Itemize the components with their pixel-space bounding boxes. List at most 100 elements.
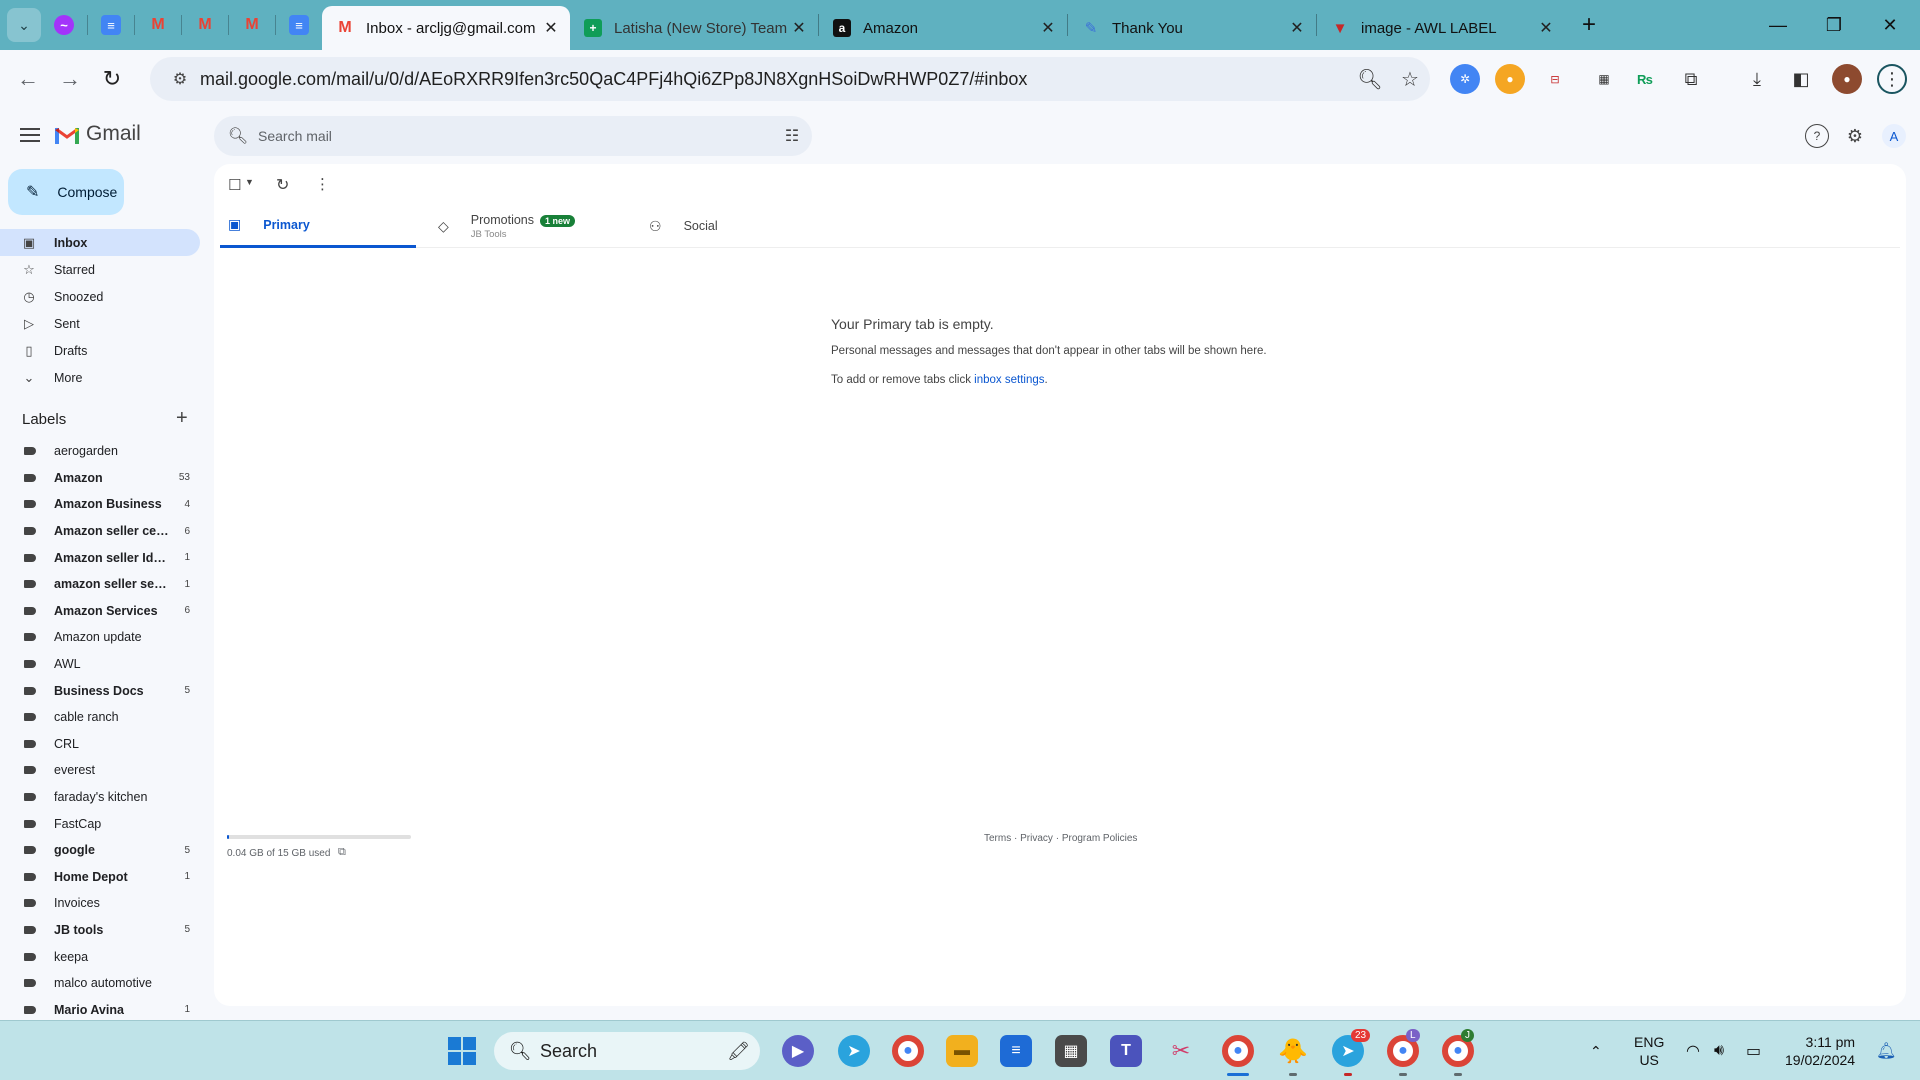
tab-social[interactable]: ⚇ Social (649, 204, 845, 248)
label-item[interactable]: amazon seller services 1 (0, 571, 200, 598)
nav-item-more[interactable]: ⌄ More (0, 364, 200, 391)
tab-awl-label[interactable]: ▼ image - AWL LABEL ✕ (1317, 6, 1565, 50)
label-item[interactable]: CRL (0, 731, 200, 758)
label-item[interactable]: Amazon Services 6 (0, 598, 200, 625)
close-icon[interactable]: ✕ (542, 18, 560, 38)
chevron-up-icon[interactable]: ⌃ (1590, 1021, 1602, 1080)
nav-item-snoozed[interactable]: ◷ Snoozed (0, 283, 200, 310)
pinned-tab-docs[interactable]: ≡ (276, 0, 322, 50)
tab-gmail-inbox[interactable]: M Inbox - arcljg@gmail.com ✕ (322, 6, 570, 50)
search-bar[interactable]: 🔍︎ Search mail ☷ (214, 116, 812, 156)
search-options-icon[interactable]: ☷ (772, 126, 812, 146)
extension-icon[interactable]: ✲ (1450, 64, 1480, 94)
label-item[interactable]: Amazon update (0, 624, 200, 651)
site-info-icon[interactable]: ⚙ (160, 69, 200, 89)
download-icon[interactable]: ⤓ (1742, 64, 1772, 94)
refresh-icon[interactable]: ↻ (276, 175, 289, 195)
language-indicator[interactable]: ENG US (1634, 1021, 1664, 1080)
zoom-icon[interactable]: 🔍︎ (1350, 67, 1390, 92)
label-item[interactable]: aerogarden (0, 438, 200, 465)
label-item[interactable]: faraday's kitchen (0, 784, 200, 811)
address-bar[interactable]: ⚙ mail.google.com/mail/u/0/d/AEoRXRR9Ife… (150, 57, 1430, 101)
select-checkbox[interactable]: ☐ (228, 176, 241, 194)
pinned-tab-gmail[interactable]: M (182, 0, 228, 50)
minimize-button[interactable]: — (1750, 0, 1806, 50)
forward-button[interactable]: → (49, 58, 91, 100)
label-item[interactable]: FastCap (0, 810, 200, 837)
mascot-app-icon[interactable]: 🐥 (1277, 1035, 1309, 1067)
close-window-button[interactable]: ✕ (1862, 0, 1918, 50)
tab-primary[interactable]: ▣ Primary (220, 204, 416, 248)
close-icon[interactable]: ✕ (1039, 18, 1057, 38)
search-input[interactable]: Search mail (258, 128, 772, 144)
label-item[interactable]: Business Docs 5 (0, 677, 200, 704)
tab-thank-you[interactable]: ✎ Thank You ✕ (1068, 6, 1316, 50)
extension-icon[interactable]: ⊟ (1540, 64, 1570, 94)
extension-icon[interactable]: ₨ (1630, 64, 1660, 94)
back-button[interactable]: ← (7, 58, 49, 100)
more-vert-icon[interactable]: ⋮ (1877, 64, 1907, 94)
label-item[interactable]: Amazon seller central 6 (0, 518, 200, 545)
notepad-icon[interactable]: ≡ (1000, 1035, 1032, 1067)
main-menu-icon[interactable] (18, 124, 42, 148)
battery-icon[interactable]: ▭ (1746, 1021, 1761, 1080)
external-link-icon[interactable]: ⧉ (338, 846, 346, 859)
label-item[interactable]: JB tools 5 (0, 917, 200, 944)
reload-button[interactable]: ↻ (91, 58, 133, 100)
compose-button[interactable]: ✎ Compose (8, 169, 124, 215)
tab-promotions[interactable]: ◇ Promotions 1 new JB Tools (438, 204, 634, 248)
teams-icon[interactable]: T (1110, 1035, 1142, 1067)
snipping-tool-icon[interactable]: ✂ (1165, 1035, 1197, 1067)
label-item[interactable]: Invoices (0, 890, 200, 917)
teams-meet-icon[interactable]: ▶ (782, 1035, 814, 1067)
nav-item-starred[interactable]: ☆ Starred (0, 256, 200, 283)
chrome-icon[interactable]: ● (892, 1035, 924, 1067)
close-icon[interactable]: ✕ (1288, 18, 1306, 38)
taskbar-search[interactable]: 🔍︎ Search 🖍 (494, 1032, 760, 1070)
gmail-wordmark[interactable]: Gmail (86, 122, 141, 146)
tab-amazon[interactable]: a Amazon ✕ (819, 6, 1067, 50)
tab-search-button[interactable]: ⌄ (7, 8, 41, 42)
new-tab-button[interactable]: + (1571, 11, 1607, 39)
program-policies-link[interactable]: Program Policies (1062, 833, 1138, 844)
bookmark-star-icon[interactable]: ☆ (1390, 67, 1430, 92)
nav-item-drafts[interactable]: ▯ Drafts (0, 337, 200, 364)
close-icon[interactable]: ✕ (790, 18, 808, 38)
label-item[interactable]: Amazon 53 (0, 465, 200, 492)
label-item[interactable]: Amazon Business 4 (0, 491, 200, 518)
telegram-icon[interactable]: ➤ (838, 1035, 870, 1067)
profile-avatar[interactable]: ● (1832, 64, 1862, 94)
inbox-settings-link[interactable]: inbox settings (974, 374, 1044, 386)
add-label-icon[interactable]: + (176, 407, 188, 430)
extension-off-icon[interactable]: ▦ (1589, 64, 1619, 94)
chevron-down-icon[interactable]: ▼ (245, 177, 254, 187)
extension-icon[interactable]: ● (1495, 64, 1525, 94)
file-explorer-icon[interactable]: ▬ (946, 1035, 978, 1067)
notification-bell-icon[interactable]: 🔔︎ (1876, 1021, 1896, 1080)
puzzle-icon[interactable]: ⧉ (1676, 64, 1706, 94)
chrome-icon[interactable]: ● (1222, 1035, 1254, 1067)
label-item[interactable]: cable ranch (0, 704, 200, 731)
help-icon[interactable]: ? (1805, 124, 1829, 148)
label-item[interactable]: keepa (0, 943, 200, 970)
label-item[interactable]: malco automotive (0, 970, 200, 997)
more-vert-icon[interactable]: ⋮ (315, 175, 330, 193)
calculator-icon[interactable]: ▦ (1055, 1035, 1087, 1067)
search-icon[interactable]: 🔍︎ (218, 126, 258, 146)
pinned-tab-gmail[interactable]: M (229, 0, 275, 50)
close-icon[interactable]: ✕ (1537, 18, 1555, 38)
terms-link[interactable]: Terms (984, 833, 1011, 844)
windows-start-icon[interactable] (448, 1037, 476, 1065)
privacy-link[interactable]: Privacy (1020, 833, 1053, 844)
pinned-tab-gmail[interactable]: M (135, 0, 181, 50)
nav-item-inbox[interactable]: ▣ Inbox (0, 229, 200, 256)
pinned-tab-messenger[interactable]: ~ (41, 0, 87, 50)
pinned-tab-docs[interactable]: ≡ (88, 0, 134, 50)
restore-button[interactable]: ❐ (1806, 0, 1862, 50)
wifi-icon[interactable]: ◠ (1686, 1021, 1700, 1080)
tab-sheets[interactable]: + Latisha (New Store) Team ✕ (570, 6, 818, 50)
label-item[interactable]: Amazon seller Ident 1 (0, 544, 200, 571)
clock[interactable]: 3:11 pm 19/02/2024 (1785, 1021, 1855, 1080)
label-item[interactable]: AWL (0, 651, 200, 678)
gmail-logo-icon[interactable] (54, 125, 80, 145)
